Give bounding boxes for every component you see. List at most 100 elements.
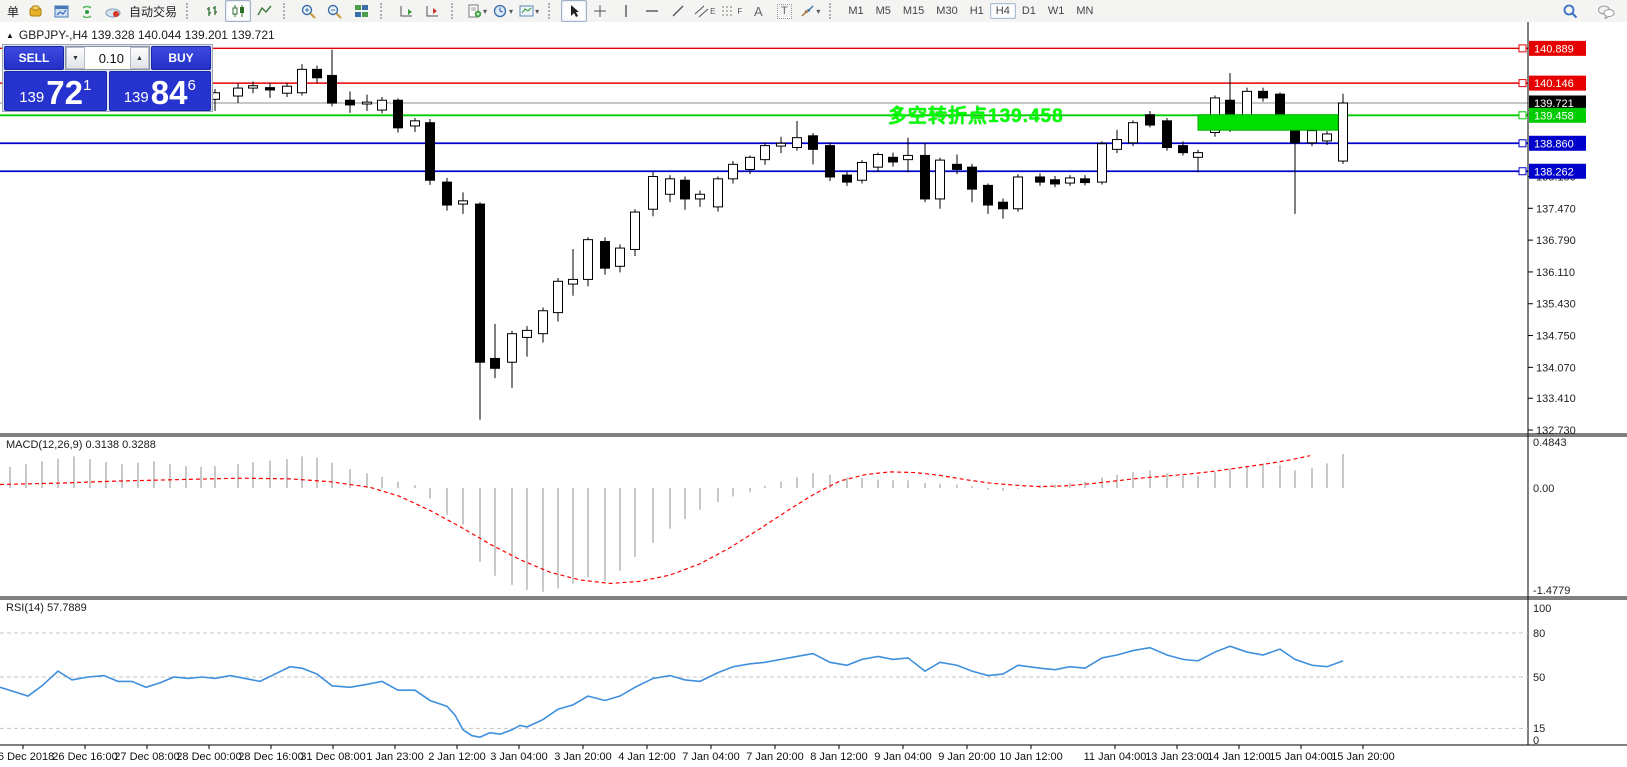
chart-area[interactable]: 138.150137.470136.790136.110135.430134.7… — [0, 22, 1627, 767]
macd-pane — [0, 454, 1343, 592]
signal-icon[interactable] — [74, 0, 100, 22]
candle-body — [1098, 144, 1107, 182]
toolbar-group-dropdowns: ▾ ▾ ▾ — [460, 0, 546, 22]
rsi-scale-label: 0 — [1533, 735, 1539, 747]
periods-clock-icon[interactable]: ▾ — [490, 0, 516, 22]
line-chart-icon[interactable] — [251, 0, 277, 22]
toolbar-group-scroll — [389, 0, 449, 22]
volume-input[interactable]: 0.10 — [85, 47, 130, 69]
time-tick-label: 15 Jan 20:00 — [1331, 751, 1395, 763]
candlestick-chart-icon[interactable] — [225, 0, 251, 22]
candle-body — [1163, 121, 1172, 148]
buy-button[interactable]: BUY — [151, 46, 211, 70]
equidistant-channel-icon[interactable]: E — [691, 0, 718, 22]
time-tick-label: 28 Dec 16:00 — [238, 751, 303, 763]
time-tick-label: 9 Jan 04:00 — [874, 751, 932, 763]
timeframe-m30[interactable]: M30 — [930, 3, 963, 19]
axis-tick-label: 135.430 — [1536, 299, 1576, 311]
indicators-icon[interactable]: ▾ — [464, 0, 490, 22]
crosshair-icon[interactable] — [587, 0, 613, 22]
buy-price-display[interactable]: 139 84 6 — [109, 71, 212, 111]
macd-scale-label: 0.00 — [1533, 483, 1554, 495]
timeframe-h4[interactable]: H4 — [990, 3, 1016, 19]
chart-canvas[interactable]: 138.150137.470136.790136.110135.430134.7… — [0, 22, 1627, 767]
volume-decrease-button[interactable]: ▼ — [66, 47, 85, 69]
time-tick-label: 14 Jan 12:00 — [1207, 751, 1271, 763]
vertical-line-icon[interactable] — [613, 0, 639, 22]
candle-body — [1113, 140, 1122, 150]
candle-body — [666, 179, 675, 194]
search-icon[interactable] — [1557, 0, 1583, 22]
symbol-title: GBPJPY-,H4 139.328 140.044 139.201 139.7… — [19, 28, 275, 42]
chart-shift-icon[interactable] — [419, 0, 445, 22]
toolbar-group-objects: E F A T ▾ — [557, 0, 827, 22]
line-endpoint-marker — [1519, 168, 1526, 175]
price-badge: 138.262 — [1519, 164, 1586, 179]
timeframe-mn[interactable]: MN — [1070, 3, 1099, 19]
horizontal-line-icon[interactable] — [639, 0, 665, 22]
line-endpoint-marker — [1519, 45, 1526, 52]
candle-body — [889, 157, 898, 162]
candle-body — [1194, 153, 1203, 158]
text-label-tool-icon[interactable]: T — [771, 0, 797, 22]
candle-body — [874, 155, 883, 168]
timeframe-w1[interactable]: W1 — [1042, 3, 1071, 19]
gold-icon[interactable] — [22, 0, 48, 22]
time-tick-label: 11 Jan 04:00 — [1084, 751, 1147, 763]
time-tick-label: 7 Jan 04:00 — [682, 751, 740, 763]
tile-windows-icon[interactable] — [348, 0, 374, 22]
time-tick-label: 26 Dec 16:00 — [52, 751, 117, 763]
candle-body — [346, 100, 355, 105]
toolbar-separator — [548, 3, 555, 19]
chart-window-icon[interactable] — [48, 0, 74, 22]
candle-body — [953, 164, 962, 169]
trendline-icon[interactable] — [665, 0, 691, 22]
candle-body — [616, 248, 625, 266]
chat-icon[interactable] — [1593, 0, 1619, 22]
axis-tick-label: 136.110 — [1536, 267, 1575, 279]
pivot-highlight-rect — [1198, 115, 1338, 130]
one-click-trading-panel: SELL ▼ 0.10 ▲ BUY 139 72 1 139 84 6 — [2, 44, 213, 112]
zoom-in-icon[interactable] — [296, 0, 322, 22]
candle-body — [984, 185, 993, 205]
timeframe-m1[interactable]: M1 — [842, 3, 869, 19]
auto-scroll-icon[interactable] — [393, 0, 419, 22]
auto-trading-button[interactable]: 自动交易 — [126, 3, 180, 20]
rsi-scale-label: 50 — [1533, 672, 1545, 684]
zoom-out-icon[interactable] — [322, 0, 348, 22]
toolbar-separator — [283, 3, 290, 19]
fibonacci-icon[interactable]: F — [718, 0, 745, 22]
price-badge: 140.146 — [1519, 76, 1586, 91]
timeframe-m15[interactable]: M15 — [897, 3, 930, 19]
candle-body — [411, 121, 420, 126]
new-order-label[interactable]: 单 — [4, 3, 22, 20]
candle-body — [554, 281, 563, 312]
rsi-indicator-label: RSI(14) 57.7889 — [6, 602, 87, 614]
candle-body — [491, 358, 500, 368]
templates-icon[interactable]: ▾ — [516, 0, 542, 22]
price-badge-label: 140.146 — [1534, 78, 1574, 90]
toolbar-separator — [451, 3, 458, 19]
timeframe-m5[interactable]: M5 — [870, 3, 897, 19]
bar-chart-icon[interactable] — [199, 0, 225, 22]
candle-body — [1066, 178, 1075, 183]
price-badge-label: 139.458 — [1534, 110, 1574, 122]
text-tool-icon[interactable]: A — [745, 0, 771, 22]
candle-body — [761, 146, 770, 160]
shapes-icon[interactable]: ▾ — [797, 0, 823, 22]
cursor-icon[interactable] — [561, 0, 587, 22]
volume-increase-button[interactable]: ▲ — [130, 47, 149, 69]
cloud-icon[interactable] — [100, 0, 126, 22]
candle-body — [746, 157, 755, 169]
timeframe-h1[interactable]: H1 — [964, 3, 990, 19]
candle-body — [313, 69, 322, 77]
sell-button[interactable]: SELL — [4, 46, 64, 70]
price-badge: 139.458 — [1519, 108, 1586, 123]
time-tick-label: 2 Jan 12:00 — [428, 751, 486, 763]
timeframe-d1[interactable]: D1 — [1016, 3, 1042, 19]
sell-price-display[interactable]: 139 72 1 — [4, 71, 107, 111]
toolbar-separator — [186, 3, 193, 19]
candle-body — [426, 123, 435, 181]
candle-body — [999, 202, 1008, 209]
symbol-dropdown-icon[interactable]: ▲ — [6, 31, 14, 40]
